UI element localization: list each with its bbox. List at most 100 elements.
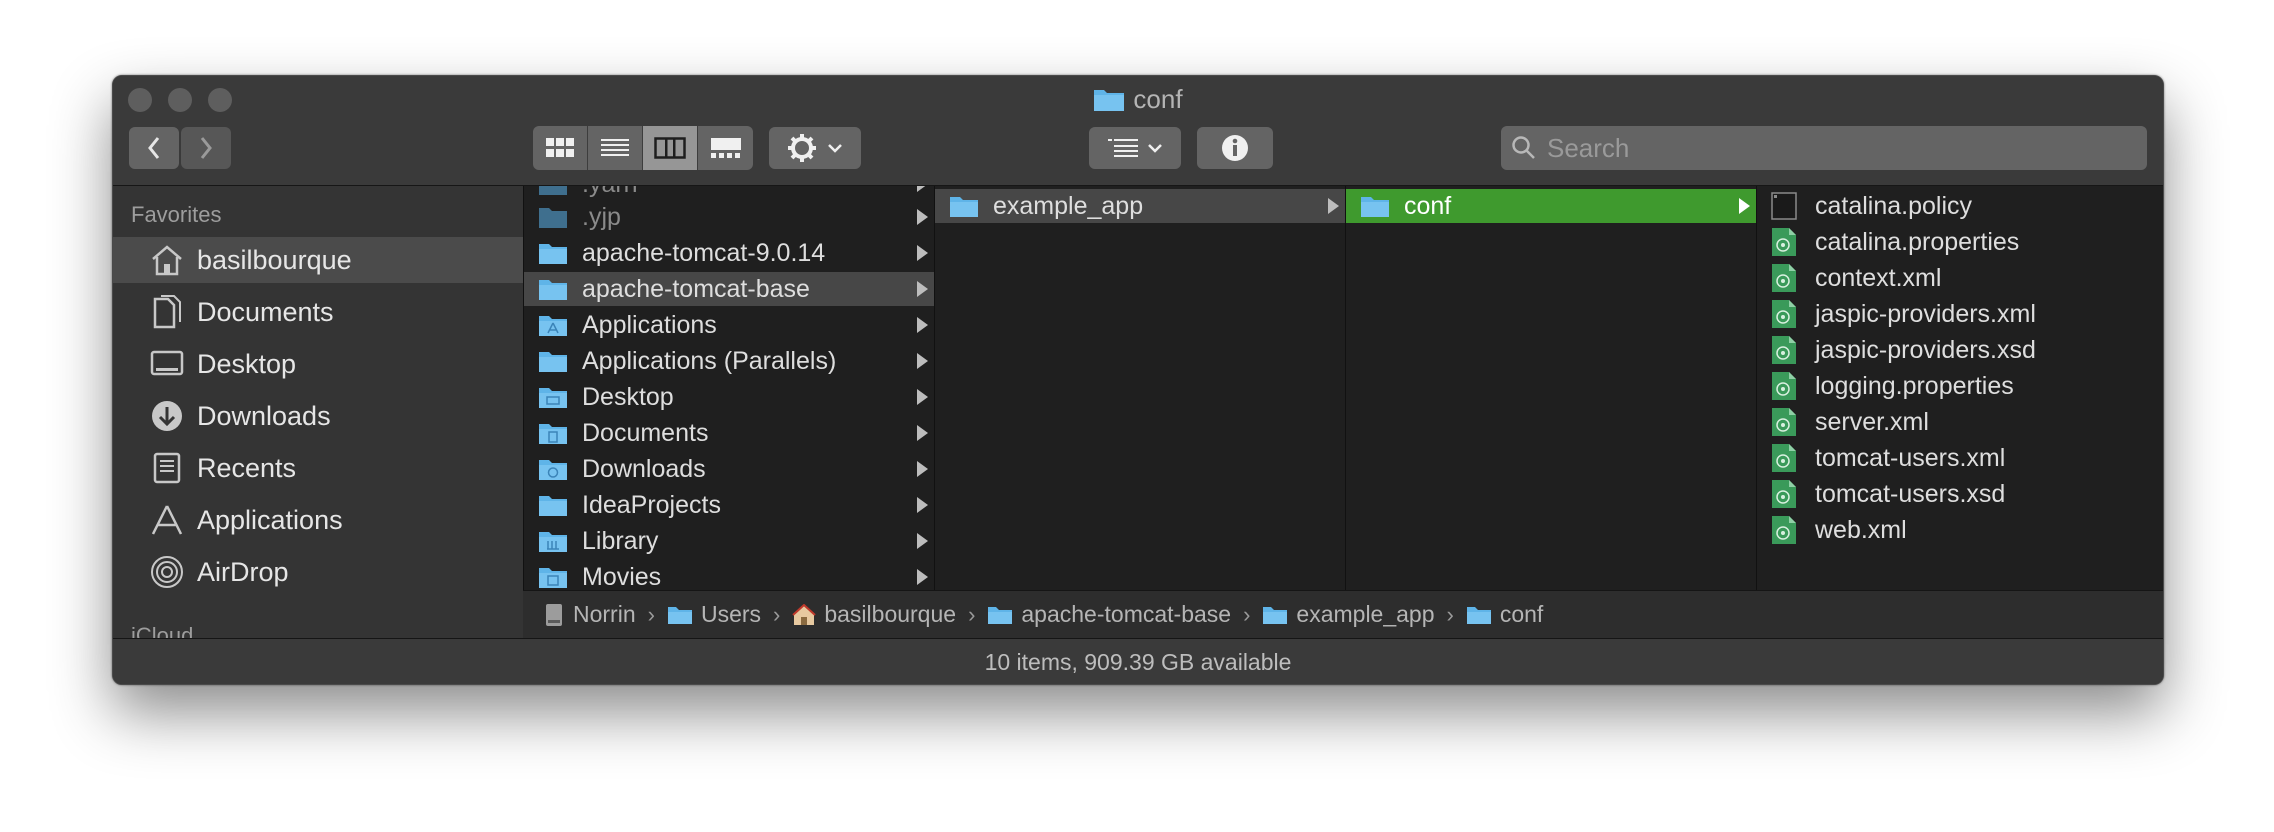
- applications-folder-icon: [538, 312, 568, 338]
- sidebar-item-desktop[interactable]: Desktop: [113, 341, 523, 387]
- list-item[interactable]: server.xml: [1757, 405, 2163, 439]
- sidebar-item-label: Desktop: [197, 348, 297, 379]
- hard-drive-icon: [543, 603, 565, 627]
- group-by-button[interactable]: [1089, 127, 1181, 169]
- favorites-header: Favorites: [131, 202, 222, 227]
- list-item[interactable]: web.xml: [1757, 513, 2163, 547]
- sidebar-item-documents[interactable]: Documents: [113, 289, 523, 335]
- folder-icon: [1093, 86, 1125, 120]
- folder-icon: [538, 204, 568, 230]
- xml-file-icon: [1771, 444, 1801, 472]
- folder-icon: [1262, 605, 1288, 625]
- gallery-view-button[interactable]: [698, 126, 753, 170]
- icloud-header: iCloud: [131, 623, 194, 638]
- search-icon: [1512, 136, 1535, 159]
- list-item[interactable]: tomcat-users.xsd: [1757, 477, 2163, 511]
- path-separator: ›: [968, 601, 976, 627]
- path-item-example-app[interactable]: example_app: [1262, 601, 1435, 628]
- xml-file-icon: [1771, 516, 1801, 544]
- list-item[interactable]: Applications: [524, 308, 934, 342]
- gallery-icon: [710, 138, 741, 158]
- list-item[interactable]: catalina.properties: [1757, 225, 2163, 259]
- list-item[interactable]: catalina.policy: [1757, 189, 2163, 223]
- list-item[interactable]: Desktop: [524, 380, 934, 414]
- xml-file-icon: [1771, 228, 1801, 256]
- list-item[interactable]: apache-tomcat-base: [524, 272, 934, 306]
- list-item[interactable]: apache-tomcat-9.0.14: [524, 236, 934, 270]
- view-mode-control: [533, 126, 753, 170]
- list-item[interactable]: conf: [1346, 189, 1756, 223]
- list-item[interactable]: Downloads: [524, 452, 934, 486]
- folder-icon: [1360, 193, 1390, 219]
- icon-view-button[interactable]: [533, 126, 588, 170]
- folder-icon: [538, 186, 568, 197]
- list-item[interactable]: logging.properties: [1757, 369, 2163, 403]
- list-item[interactable]: jaspic-providers.xml: [1757, 297, 2163, 331]
- list-item[interactable]: jaspic-providers.xsd: [1757, 333, 2163, 367]
- folder-icon: [667, 605, 693, 625]
- sidebar-item-applications[interactable]: Applications: [113, 497, 523, 543]
- downloads-icon: [147, 396, 187, 436]
- action-menu-button[interactable]: [769, 127, 861, 169]
- list-item[interactable]: .yarn: [524, 186, 934, 201]
- sidebar-item-label: Documents: [197, 296, 334, 327]
- sidebar-item-label: Applications: [197, 504, 343, 535]
- library-folder-icon: [538, 528, 568, 554]
- toolbar: conf: [113, 76, 2163, 186]
- list-item[interactable]: Applications (Parallels): [524, 344, 934, 378]
- list-item[interactable]: example_app: [935, 189, 1345, 223]
- xml-file-icon: [1771, 480, 1801, 508]
- columns-icon: [654, 137, 686, 159]
- group-by-icon: [1108, 139, 1138, 157]
- get-info-button[interactable]: [1197, 127, 1273, 169]
- chevron-down-icon: [828, 144, 842, 153]
- column-view-button[interactable]: [643, 126, 698, 170]
- desktop-icon: [147, 344, 187, 384]
- xml-file-icon: [1771, 264, 1801, 292]
- search-input[interactable]: [1545, 131, 2109, 165]
- list-item[interactable]: context.xml: [1757, 261, 2163, 295]
- sidebar-item-label: Downloads: [197, 400, 331, 431]
- search-field[interactable]: [1501, 126, 2147, 170]
- sidebar-item-basilbourque[interactable]: basilbourque: [113, 237, 523, 283]
- path-item-conf[interactable]: conf: [1466, 601, 1543, 628]
- finder-window: conf Search Favorites basilbourque Docum…: [112, 75, 2164, 685]
- sidebar-item-label: Recents: [197, 452, 297, 483]
- path-item-norrin[interactable]: Norrin: [543, 601, 636, 628]
- xml-file-icon: [1771, 408, 1801, 436]
- back-button[interactable]: [129, 127, 179, 169]
- column-3: conf: [1346, 186, 1757, 590]
- list-item[interactable]: Movies: [524, 560, 934, 590]
- list-item[interactable]: IdeaProjects: [524, 488, 934, 522]
- list-item[interactable]: .yjp: [524, 200, 934, 234]
- list-item[interactable]: tomcat-users.xml: [1757, 441, 2163, 475]
- list-lines-icon: [601, 139, 629, 156]
- path-separator: ›: [647, 601, 655, 627]
- sidebar-item-airdrop[interactable]: AirDrop: [113, 549, 523, 595]
- path-item-users[interactable]: Users: [667, 601, 761, 628]
- info-icon: [1222, 135, 1248, 161]
- downloads-folder-icon: [538, 456, 568, 482]
- path-separator: ›: [1243, 601, 1251, 627]
- list-item[interactable]: Library: [524, 524, 934, 558]
- folder-icon: [1466, 605, 1492, 625]
- sidebar-item-downloads[interactable]: Downloads: [113, 393, 523, 439]
- path-separator: ›: [773, 601, 781, 627]
- column-2: example_app: [935, 186, 1346, 590]
- chevron-down-icon: [1148, 144, 1162, 153]
- folder-icon: [949, 193, 979, 219]
- path-item-apache-tomcat-base[interactable]: apache-tomcat-base: [987, 601, 1231, 628]
- applications-icon: [147, 500, 187, 540]
- list-item[interactable]: Documents: [524, 416, 934, 450]
- path-item-basilbourque[interactable]: basilbourque: [792, 601, 956, 628]
- icon-grid-icon: [546, 138, 574, 157]
- sidebar-item-recents[interactable]: Recents: [113, 445, 523, 491]
- documents-icon: [147, 292, 187, 332]
- path-bar: Norrin › Users › basilbourque › apache-t…: [523, 590, 2163, 638]
- airdrop-icon: [147, 552, 187, 592]
- desktop-folder-icon: [538, 384, 568, 410]
- forward-button[interactable]: [181, 127, 231, 169]
- list-view-button[interactable]: [588, 126, 643, 170]
- documents-folder-icon: [538, 420, 568, 446]
- sidebar: Favorites basilbourque Documents Desktop…: [113, 186, 524, 638]
